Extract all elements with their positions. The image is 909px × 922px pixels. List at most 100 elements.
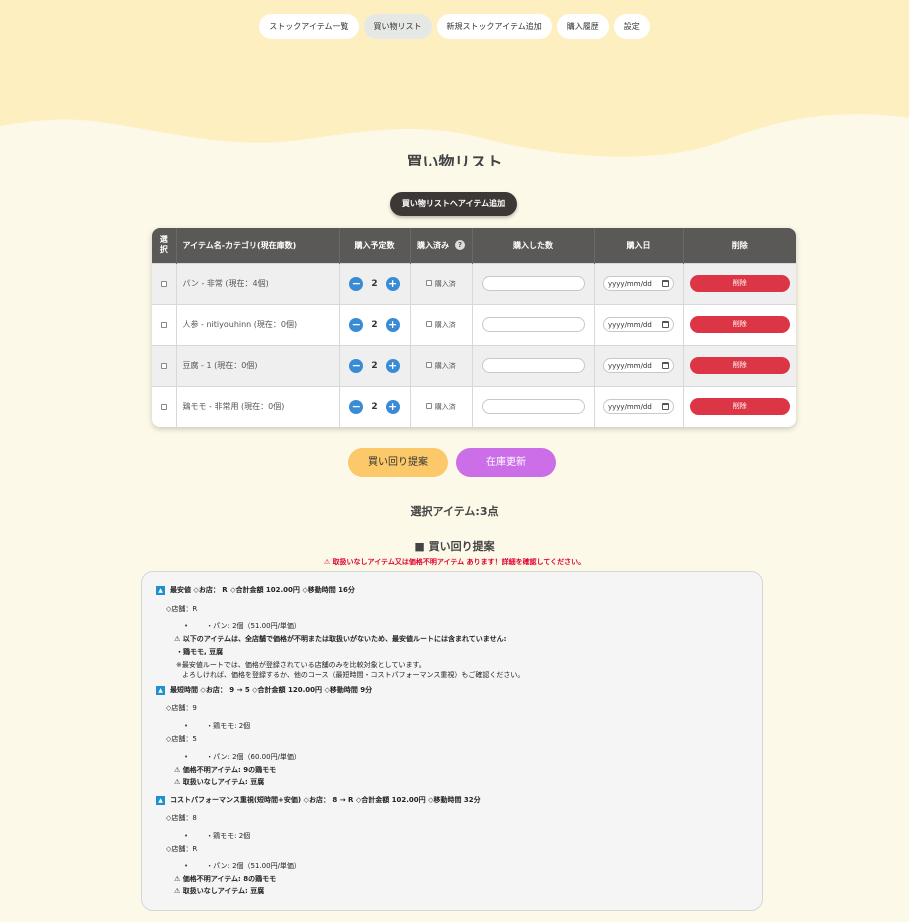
header-select: 選択 bbox=[152, 228, 177, 263]
delete-button[interactable]: 削除 bbox=[689, 357, 790, 374]
tab-add-stock-item[interactable]: 新規ストックアイテム追加 bbox=[436, 14, 552, 39]
qty-value: 2 bbox=[371, 401, 378, 412]
bought-qty-input[interactable] bbox=[481, 399, 585, 415]
delete-button[interactable]: 削除 bbox=[689, 316, 790, 333]
route-costperf-header-text: コストパフォーマンス重視(短時間+安価) ◇お店： 8 → R ◇合計金額 10… bbox=[170, 796, 481, 804]
triangle-icon[interactable]: ▲ bbox=[156, 795, 165, 805]
route-item: • ・鶏モモ: 2個 bbox=[184, 831, 250, 841]
qty-value: 2 bbox=[371, 319, 378, 330]
purchased-checkbox[interactable] bbox=[426, 321, 433, 327]
date-placeholder: yyyy/mm/dd bbox=[608, 402, 652, 411]
delete-cell: 削除 bbox=[683, 385, 796, 427]
row-select-cell bbox=[152, 303, 177, 345]
triangle-icon[interactable]: ▲ bbox=[156, 685, 165, 695]
date-cell: yyyy/mm/dd bbox=[594, 385, 684, 427]
date-input[interactable]: yyyy/mm/dd bbox=[603, 358, 674, 373]
bullet-icon: • bbox=[184, 832, 189, 840]
row-select-cell bbox=[152, 262, 177, 304]
plus-icon[interactable]: + bbox=[385, 276, 400, 291]
purchased-label: 購入済 bbox=[434, 279, 456, 288]
price-unknown-warning: ⚠ 価格不明アイテム: 8の鶏モモ bbox=[174, 875, 277, 883]
date-placeholder: yyyy/mm/dd bbox=[608, 279, 652, 288]
route-section-title: ■ 買い回り提案 bbox=[414, 540, 495, 553]
tab-purchase-history[interactable]: 購入履歴 bbox=[556, 14, 609, 39]
route-item: • ・パン: 2個（51.00円/単価） bbox=[184, 621, 301, 631]
bought-qty-cell bbox=[472, 262, 595, 304]
purchased-label: 購入済 bbox=[434, 402, 456, 411]
minus-icon[interactable]: − bbox=[349, 399, 364, 414]
qty-value: 2 bbox=[371, 278, 378, 289]
item-name: 豆腐 - 1 (現在：0個) bbox=[176, 344, 340, 386]
delete-cell: 削除 bbox=[683, 262, 796, 304]
tab-stock-list[interactable]: ストックアイテム一覧 bbox=[259, 14, 359, 39]
header-purchased: 購入済み? bbox=[410, 228, 473, 263]
date-input[interactable]: yyyy/mm/dd bbox=[603, 317, 674, 332]
bought-qty-cell bbox=[472, 385, 595, 427]
update-stock-button[interactable]: 在庫更新 bbox=[456, 448, 556, 477]
calendar-icon[interactable] bbox=[662, 280, 669, 287]
price-unknown-warning: ⚠ 価格不明アイテム: 9の鶏モモ bbox=[174, 766, 277, 774]
calendar-icon[interactable] bbox=[662, 362, 669, 369]
bought-qty-cell bbox=[472, 344, 595, 386]
bought-qty-input[interactable] bbox=[481, 276, 585, 291]
shopping-table: 選択 アイテム名-カテゴリ(現在庫数) 購入予定数 購入済み? 購入した数 購入… bbox=[152, 228, 796, 427]
delete-button[interactable]: 削除 bbox=[689, 398, 790, 416]
row-select-cell bbox=[152, 344, 177, 386]
delete-cell: 削除 bbox=[683, 303, 796, 345]
tab-settings[interactable]: 設定 bbox=[613, 14, 650, 39]
date-placeholder: yyyy/mm/dd bbox=[608, 320, 652, 329]
tab-shopping-list[interactable]: 買い物リスト bbox=[363, 14, 432, 39]
route-item: • ・鶏モモ: 2個 bbox=[184, 721, 250, 731]
cheapest-excluded-items: ・鶏モモ, 豆腐 bbox=[176, 648, 224, 656]
route-item-text: ・パン: 2個（60.00円/単価） bbox=[206, 753, 301, 761]
header-bought-qty: 購入した数 bbox=[472, 228, 595, 263]
row-select-checkbox[interactable] bbox=[160, 280, 167, 287]
triangle-icon[interactable]: ▲ bbox=[156, 585, 165, 595]
qty-cell: −2 + bbox=[339, 262, 411, 304]
calendar-icon[interactable] bbox=[662, 321, 669, 328]
date-input[interactable]: yyyy/mm/dd bbox=[603, 399, 674, 415]
minus-icon[interactable]: − bbox=[349, 358, 364, 373]
header-name: アイテム名-カテゴリ(現在庫数) bbox=[176, 228, 340, 263]
purchased-label: 購入済 bbox=[434, 320, 456, 329]
bought-qty-input[interactable] bbox=[481, 358, 585, 373]
route-suggest-button[interactable]: 買い回り提案 bbox=[348, 448, 448, 477]
calendar-icon[interactable] bbox=[662, 403, 669, 411]
date-cell: yyyy/mm/dd bbox=[594, 344, 684, 386]
bullet-icon: • bbox=[184, 862, 189, 870]
minus-icon[interactable]: − bbox=[349, 317, 364, 332]
bought-qty-input[interactable] bbox=[481, 317, 585, 332]
route-fastest-header-text: 最短時間 ◇お店： 9 → 5 ◇合計金額 120.00円 ◇移動時間 9分 bbox=[170, 686, 373, 694]
plus-icon[interactable]: + bbox=[385, 358, 400, 373]
purchased-label: 購入済 bbox=[434, 361, 456, 370]
row-select-checkbox[interactable] bbox=[160, 362, 167, 369]
route-item: • ・パン: 2個（60.00円/単価） bbox=[184, 752, 301, 762]
purchased-checkbox[interactable] bbox=[426, 403, 433, 410]
item-name: 人参 - nitiyouhinn (現在：0個) bbox=[176, 303, 340, 345]
delete-button[interactable]: 削除 bbox=[689, 275, 790, 292]
store-label: ◇店舗：R bbox=[166, 845, 198, 853]
date-input[interactable]: yyyy/mm/dd bbox=[603, 276, 674, 291]
route-fastest-header: ▲ 最短時間 ◇お店： 9 → 5 ◇合計金額 120.00円 ◇移動時間 9分 bbox=[156, 685, 372, 695]
top-nav: ストックアイテム一覧 買い物リスト 新規ストックアイテム追加 購入履歴 設定 bbox=[0, 14, 909, 39]
minus-icon[interactable]: − bbox=[349, 276, 364, 291]
store-label: ◇店舗：9 bbox=[166, 704, 197, 712]
purchased-checkbox[interactable] bbox=[426, 362, 433, 368]
row-select-checkbox[interactable] bbox=[160, 403, 167, 410]
route-item-text: ・鶏モモ: 2個 bbox=[206, 722, 251, 730]
purchased-cell: 購入済 bbox=[410, 303, 473, 345]
table-row: 豆腐 - 1 (現在：0個) −2 + 購入済 yyyy/mm/dd 削除 bbox=[152, 344, 796, 386]
row-select-checkbox[interactable] bbox=[160, 321, 167, 328]
row-select-cell bbox=[152, 385, 177, 427]
header-purchased-label: 購入済み bbox=[417, 240, 449, 250]
purchased-checkbox[interactable] bbox=[426, 280, 433, 286]
plus-icon[interactable]: + bbox=[385, 399, 400, 414]
date-placeholder: yyyy/mm/dd bbox=[608, 361, 652, 370]
table-header-row: 選択 アイテム名-カテゴリ(現在庫数) 購入予定数 購入済み? 購入した数 購入… bbox=[152, 228, 796, 263]
add-to-list-button[interactable]: 買い物リストへアイテム追加 bbox=[390, 192, 517, 216]
route-costperf-header: ▲ コストパフォーマンス重視(短時間+安価) ◇お店： 8 → R ◇合計金額 1… bbox=[156, 795, 481, 805]
help-icon[interactable]: ? bbox=[455, 240, 465, 251]
store-label: ◇店舗：5 bbox=[166, 735, 197, 743]
plus-icon[interactable]: + bbox=[385, 317, 400, 332]
route-item-text: ・鶏モモ: 2個 bbox=[206, 832, 251, 840]
